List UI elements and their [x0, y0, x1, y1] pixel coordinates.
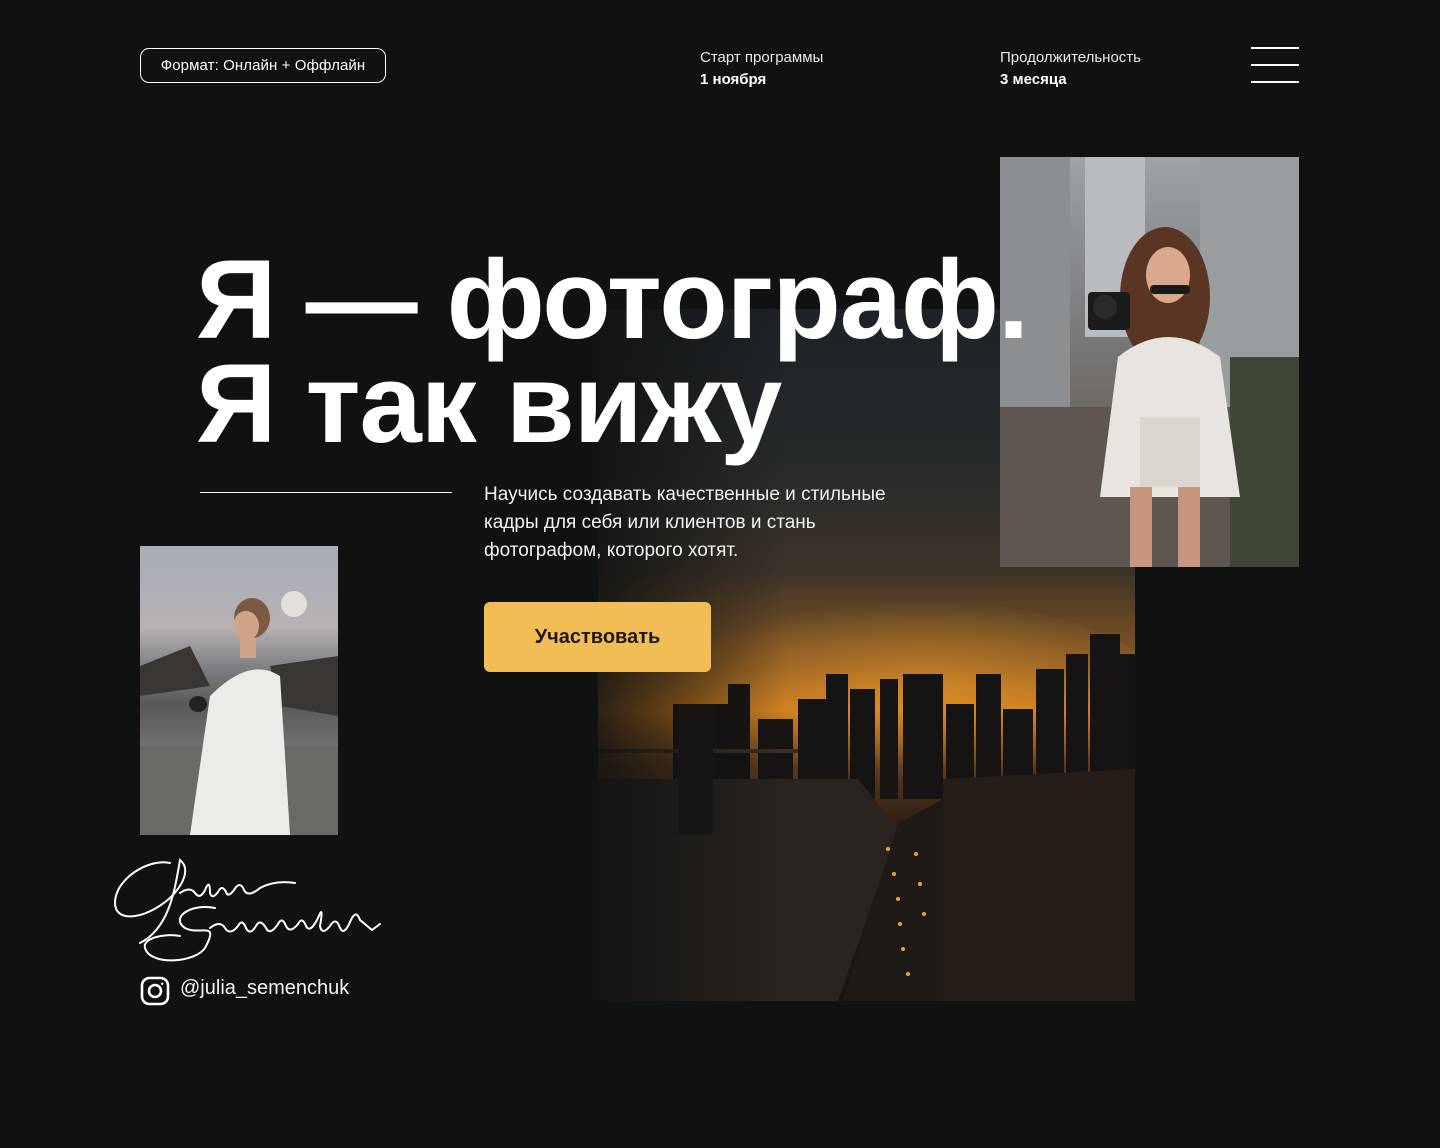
format-badge: Формат: Онлайн + Оффлайн: [140, 48, 386, 83]
photographer-portrait-photo: [1000, 157, 1299, 567]
instagram-handle-link[interactable]: @julia_semenchuk: [180, 977, 349, 1000]
signature-logo: [110, 848, 385, 966]
hero-description: Научись создавать качественные и стильны…: [484, 484, 886, 561]
duration-value: 3 месяца: [1000, 71, 1067, 88]
start-value: 1 ноября: [700, 71, 767, 88]
instagram-icon[interactable]: [140, 976, 170, 1006]
participate-button[interactable]: Участвовать: [484, 602, 711, 672]
duration-info: Продолжительность 3 месяца: [1000, 49, 1141, 88]
hero-title: Я — фотограф. Я так вижу: [196, 237, 1029, 466]
menu-icon[interactable]: [1251, 47, 1299, 83]
beach-woman-photo: [140, 546, 338, 835]
divider: [200, 492, 452, 493]
hero-title-line-2: Я так вижу: [196, 341, 782, 466]
start-info: Старт программы 1 ноября: [700, 49, 823, 88]
duration-label: Продолжительность: [1000, 49, 1141, 66]
start-label: Старт программы: [700, 49, 824, 66]
hero-title-line-1: Я — фотограф.: [196, 237, 1029, 362]
